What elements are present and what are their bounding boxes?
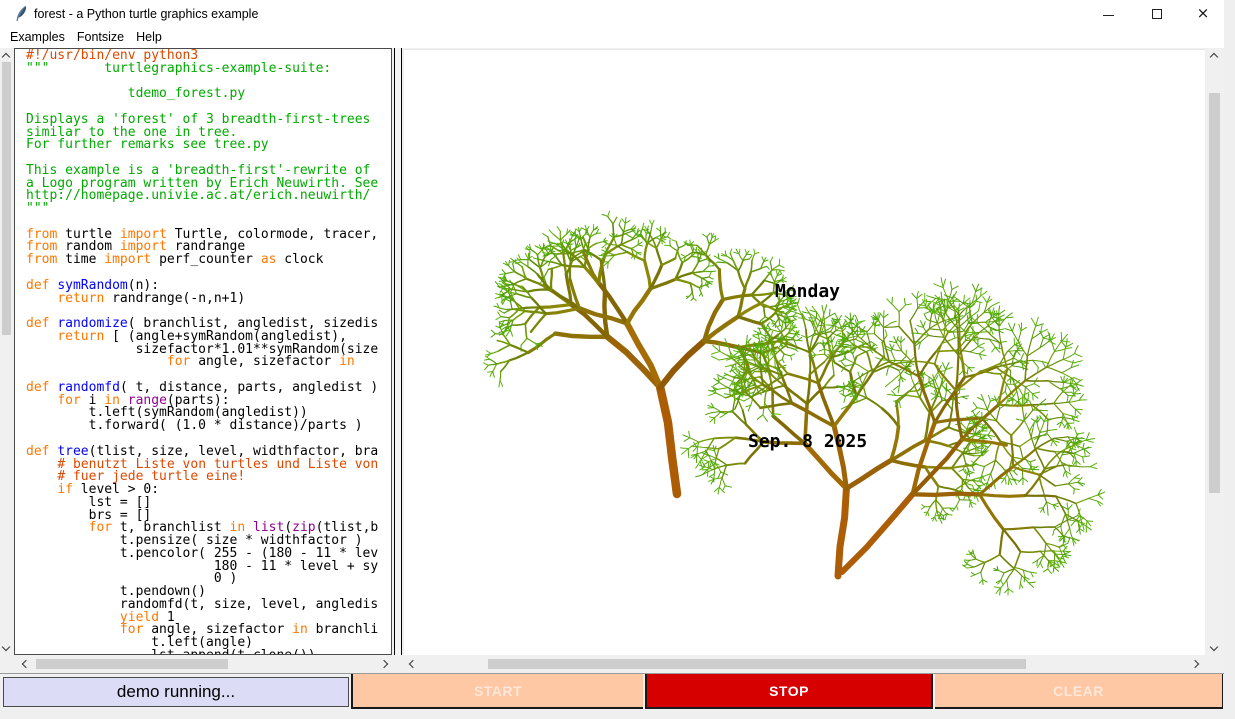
status-bar: demo running... START STOP CLEAR (0, 673, 1224, 710)
code-text: #!/usr/bin/env python3""" turtlegraphics… (26, 50, 392, 655)
turtle-canvas: Monday Sep. 8 2025 (404, 49, 1205, 655)
menu-bar: Examples Fontsize Help (0, 28, 1224, 48)
code-horizontal-scroll-thumb[interactable] (36, 659, 228, 669)
canvas-vertical-scroll-thumb[interactable] (1209, 93, 1220, 493)
scroll-up-icon[interactable] (1210, 53, 1218, 61)
scroll-left-icon[interactable] (22, 660, 30, 668)
svg-text:Monday: Monday (775, 281, 840, 302)
code-vertical-scrollbar[interactable] (0, 48, 13, 655)
close-button[interactable]: × (1186, 0, 1220, 28)
status-message: demo running... (3, 677, 349, 707)
menu-fontsize[interactable]: Fontsize (71, 28, 130, 48)
python-feather-icon (13, 5, 29, 23)
pane-divider[interactable] (394, 48, 402, 672)
menu-help[interactable]: Help (130, 28, 168, 48)
scroll-down-icon[interactable] (2, 643, 10, 651)
forest-drawing: Monday Sep. 8 2025 (404, 50, 1205, 656)
canvas-horizontal-scroll-thumb[interactable] (488, 659, 1026, 669)
maximize-button[interactable] (1140, 0, 1174, 28)
window-title: forest - a Python turtle graphics exampl… (34, 0, 258, 28)
scroll-right-icon[interactable] (380, 660, 388, 668)
scroll-up-icon[interactable] (2, 53, 10, 61)
code-viewer[interactable]: #!/usr/bin/env python3""" turtlegraphics… (14, 48, 392, 655)
minimize-button[interactable] (1091, 0, 1125, 28)
app-window: forest - a Python turtle graphics exampl… (0, 0, 1224, 710)
scroll-left-icon[interactable] (409, 660, 417, 668)
canvas-vertical-scrollbar[interactable] (1206, 48, 1223, 655)
horizontal-scrollbars (0, 655, 1224, 673)
title-bar: forest - a Python turtle graphics exampl… (0, 0, 1224, 28)
scroll-down-icon[interactable] (1210, 643, 1218, 651)
clear-button[interactable]: CLEAR (935, 674, 1223, 709)
stop-button[interactable]: STOP (645, 674, 933, 709)
start-button[interactable]: START (351, 674, 643, 709)
svg-text:Sep. 8 2025: Sep. 8 2025 (748, 431, 867, 452)
scroll-right-icon[interactable] (1191, 660, 1199, 668)
menu-examples[interactable]: Examples (4, 28, 71, 48)
code-vertical-scroll-thumb[interactable] (2, 62, 11, 335)
